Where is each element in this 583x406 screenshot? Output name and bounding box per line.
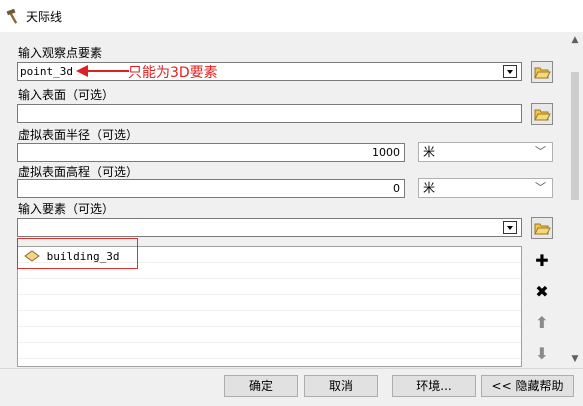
- surface-browse-button[interactable]: [531, 103, 553, 125]
- move-up-button[interactable]: ⬆: [531, 312, 553, 334]
- radius-input[interactable]: 1000: [17, 143, 405, 162]
- radius-label: 虚拟表面半径（可选）: [18, 128, 139, 142]
- remove-button[interactable]: ✖: [531, 281, 553, 303]
- title-bar: 天际线: [0, 0, 583, 32]
- ok-button[interactable]: 确定: [224, 375, 298, 397]
- scroll-down-icon[interactable]: ▼: [570, 354, 580, 364]
- annotation-arrow-icon: [76, 65, 129, 77]
- observer-label: 输入观察点要素: [18, 46, 103, 60]
- highlight-box: [17, 238, 138, 269]
- surface-input[interactable]: [17, 104, 522, 123]
- elevation-label: 虚拟表面高程（可选）: [18, 165, 139, 179]
- open-folder-icon: [534, 67, 551, 79]
- window-title: 天际线: [26, 10, 63, 24]
- elevation-unit-select[interactable]: 米 ﹀: [418, 178, 553, 198]
- vertical-scrollbar[interactable]: ▲ ▼: [567, 32, 583, 368]
- radius-unit-select[interactable]: 米 ﹀: [418, 142, 553, 162]
- chevron-down-icon: ﹀: [535, 181, 546, 194]
- hammer-icon: [6, 8, 18, 24]
- x-icon: ✖: [535, 282, 549, 301]
- features-browse-button[interactable]: [531, 217, 553, 239]
- arrow-up-icon: ⬆: [535, 313, 549, 332]
- cancel-button[interactable]: 取消: [304, 375, 378, 397]
- move-down-button[interactable]: ⬇: [531, 343, 553, 365]
- surface-label: 输入表面（可选）: [18, 88, 115, 102]
- observer-browse-button[interactable]: [531, 61, 553, 83]
- scroll-up-icon[interactable]: ▲: [570, 35, 580, 45]
- features-dropdown-button[interactable]: [503, 221, 517, 234]
- chevron-down-icon: ﹀: [535, 145, 546, 158]
- annotation-text: 只能为3D要素: [128, 65, 218, 81]
- observer-dropdown-button[interactable]: [503, 65, 517, 78]
- elevation-unit-value: 米: [423, 181, 436, 195]
- environments-button[interactable]: 环境...: [392, 375, 476, 397]
- plus-icon: ✚: [535, 251, 549, 270]
- features-input[interactable]: [17, 218, 522, 237]
- elevation-input[interactable]: 0: [17, 179, 405, 198]
- open-folder-icon: [534, 223, 551, 235]
- scroll-thumb[interactable]: [571, 72, 579, 200]
- radius-unit-value: 米: [423, 145, 436, 159]
- add-button[interactable]: ✚: [531, 250, 553, 272]
- arrow-down-icon: ⬇: [535, 344, 549, 363]
- hide-help-button[interactable]: << 隐藏帮助: [481, 375, 574, 397]
- features-label: 输入要素（可选）: [18, 202, 115, 216]
- open-folder-icon: [534, 109, 551, 121]
